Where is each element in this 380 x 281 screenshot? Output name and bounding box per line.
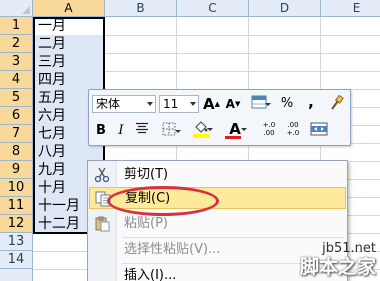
cell-a3[interactable]: 三月 (38, 53, 66, 71)
column-header-b[interactable]: B (105, 0, 177, 17)
menu-item-paste[interactable]: 粘贴(P) (89, 213, 346, 235)
watermark-brand: 脚本之家 (299, 256, 376, 278)
align-center-icon (136, 122, 148, 134)
cell-a12[interactable]: 十二月 (38, 215, 80, 233)
caret-up-icon: ▲ (214, 100, 220, 108)
cell-a8[interactable]: 八月 (38, 143, 66, 161)
font-color-swatch (225, 136, 241, 139)
row-header-5[interactable]: 5 (0, 89, 33, 107)
cell-a10[interactable]: 十月 (38, 179, 66, 197)
caret-down-icon: ▼ (234, 100, 241, 108)
format-painter-button[interactable] (327, 94, 345, 113)
column-header-a[interactable]: A (33, 0, 105, 17)
borders-button[interactable] (157, 122, 181, 140)
font-color-button[interactable]: A (223, 120, 247, 139)
borders-icon (162, 122, 176, 136)
shrink-font-icon: A (225, 97, 235, 111)
paintbrush-icon (331, 94, 344, 110)
spreadsheet: A B C D E 1 2 3 4 5 6 7 8 9 10 11 12 13 … (0, 0, 380, 281)
menu-separator (122, 237, 344, 238)
row-header-4[interactable]: 4 (0, 71, 33, 89)
increase-decimal-button[interactable]: +.0 .00 (259, 121, 279, 139)
cell-a5[interactable]: 五月 (38, 89, 66, 107)
cell-a6[interactable]: 六月 (38, 107, 66, 125)
italic-button[interactable]: I (113, 122, 129, 140)
menu-item-label: 剪切(T) (124, 167, 169, 182)
merge-center-button[interactable] (309, 122, 329, 140)
row-header-8[interactable]: 8 (0, 143, 33, 161)
cell-styles-icon (251, 95, 267, 109)
row-header-1[interactable]: 1 (0, 17, 33, 35)
font-name-value: 宋体 (96, 97, 121, 111)
column-header-d[interactable]: D (249, 0, 321, 17)
scissors-icon (94, 167, 110, 183)
bold-button[interactable]: B (93, 122, 109, 140)
row-header-6[interactable]: 6 (0, 107, 33, 125)
merge-cells-icon (310, 122, 328, 136)
row-header-3[interactable]: 3 (0, 53, 33, 71)
row-header-15[interactable] (0, 269, 33, 281)
grow-font-button[interactable]: A▲ (203, 95, 220, 113)
percent-style-button[interactable]: % (279, 95, 295, 113)
menu-item-label: 选择性粘贴(V)... (124, 242, 221, 257)
cell-a7[interactable]: 七月 (38, 125, 66, 143)
column-header-c[interactable]: C (177, 0, 249, 17)
center-align-button[interactable] (133, 122, 151, 140)
cell-a4[interactable]: 四月 (38, 71, 66, 89)
row-header-9[interactable]: 9 (0, 161, 33, 179)
clipboard-icon (95, 216, 110, 232)
font-size-value: 11 (163, 97, 179, 111)
cell-a9[interactable]: 九月 (38, 161, 66, 179)
cell-a11[interactable]: 十一月 (38, 197, 80, 215)
cell-a2[interactable]: 二月 (38, 35, 66, 53)
menu-item-label: 插入(I)... (124, 268, 177, 281)
decrease-decimal-button[interactable]: .00 +.0 (283, 121, 303, 139)
row-header-11[interactable]: 11 (0, 197, 33, 215)
row-header-12[interactable]: 12 (0, 215, 33, 233)
paint-bucket-icon (193, 121, 209, 138)
cell-a1[interactable]: 一月 (38, 17, 66, 35)
font-size-combo[interactable]: 11 (159, 95, 199, 113)
mini-toolbar: 宋体 11 A▲ A▼ % , B I A +.0 .00 .00 +.0 (88, 89, 351, 146)
grow-font-icon: A (203, 95, 215, 113)
column-header-e[interactable]: E (321, 0, 380, 17)
fill-color-button[interactable] (189, 120, 213, 138)
chevron-down-icon (147, 102, 153, 106)
row-header-14[interactable]: 14 (0, 251, 33, 269)
font-name-combo[interactable]: 宋体 (92, 95, 156, 113)
menu-item-label: 粘贴(P) (124, 216, 168, 231)
select-all-corner[interactable] (0, 0, 33, 17)
chevron-down-icon (190, 102, 196, 106)
row-header-10[interactable]: 10 (0, 179, 33, 197)
comma-style-button[interactable]: , (305, 93, 317, 111)
annotation-ellipse (107, 186, 219, 216)
shrink-font-button[interactable]: A▼ (225, 95, 241, 113)
row-header-2[interactable]: 2 (0, 35, 33, 53)
row-header-13[interactable]: 13 (0, 233, 33, 251)
cell-styles-button[interactable] (247, 95, 271, 113)
menu-item-cut[interactable]: 剪切(T) (89, 164, 346, 186)
row-header-7[interactable]: 7 (0, 125, 33, 143)
